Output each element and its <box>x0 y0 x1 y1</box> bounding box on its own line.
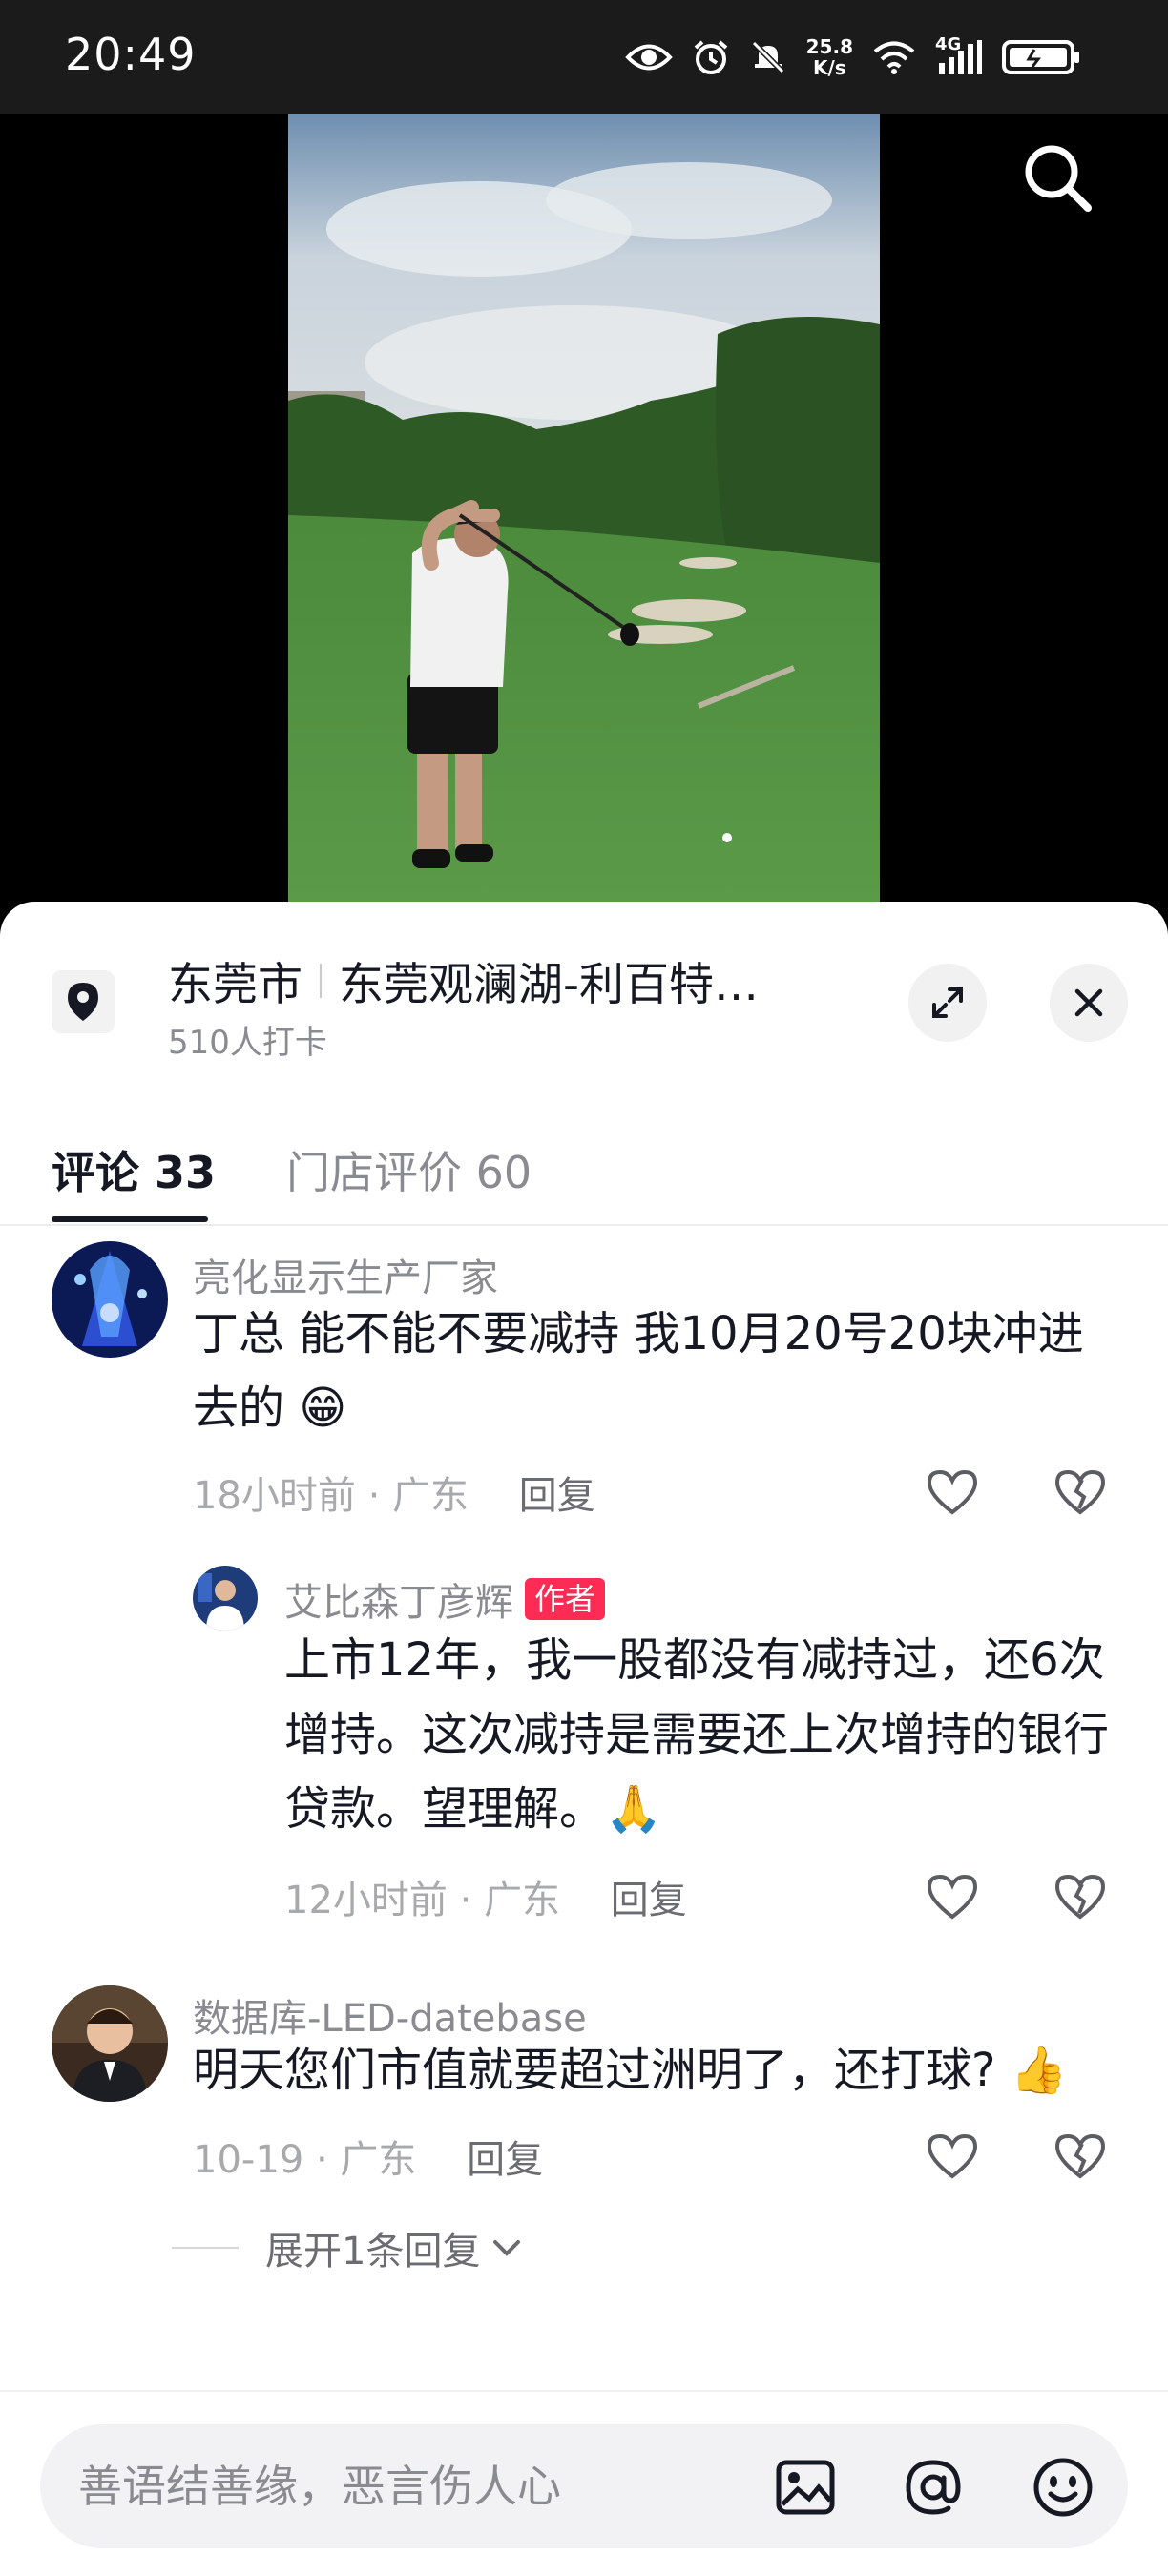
location-title[interactable]: 东莞市 东莞观澜湖-利百特… <box>168 947 759 1013</box>
close-button[interactable] <box>1050 964 1128 1042</box>
heart-icon <box>927 1874 978 1920</box>
comment-region: 广东 <box>340 2138 417 2182</box>
comment-time: 18小时前 <box>193 1474 356 1518</box>
expand-replies-label: 展开1条回复 <box>265 2230 481 2274</box>
image-button[interactable] <box>771 2453 840 2522</box>
dislike-button[interactable] <box>1047 2123 1114 2190</box>
comment-username[interactable]: 亮化显示生产厂家 <box>193 1247 498 1302</box>
broken-heart-icon <box>1054 1469 1106 1515</box>
like-button[interactable] <box>919 2123 986 2190</box>
status-icons: 25.8 K/s 4G <box>624 31 1082 84</box>
reply-button[interactable]: 回复 <box>519 1474 595 1518</box>
dislike-button[interactable] <box>1047 1863 1114 1930</box>
comment-text: 上市12年，我一股都没有减持过，还6次增持。这次减持是需要还上次增持的银行贷款。… <box>284 1633 1110 1836</box>
reply-author-name: 艾比森丁彦辉 <box>284 1581 513 1625</box>
location-header[interactable]: 东莞市 东莞观澜湖-利百特… 510人打卡 <box>0 902 1168 1064</box>
search-icon <box>1025 145 1092 212</box>
expand-button[interactable] <box>908 964 987 1042</box>
expand-replies-button[interactable]: 展开1条回复 <box>172 2220 526 2275</box>
network-speed: 25.8 K/s <box>805 35 853 79</box>
avatar[interactable] <box>193 1566 258 1631</box>
broken-heart-icon <box>1054 2133 1106 2179</box>
emoji-button[interactable] <box>1029 2453 1097 2522</box>
video-player[interactable] <box>0 114 1168 906</box>
reply-button[interactable]: 回复 <box>611 1879 687 1922</box>
expand-icon <box>932 987 963 1018</box>
chevron-down-icon <box>493 2240 521 2256</box>
location-place: 东莞观澜湖-利百特… <box>339 959 759 1011</box>
comment-region: 广东 <box>484 1879 561 1922</box>
comment-meta: 12小时前 · 广东 回复 <box>284 1879 687 1922</box>
comment-username[interactable]: 艾比森丁彦辉 作者 <box>284 1571 606 1627</box>
status-time: 20:49 <box>65 29 197 80</box>
comment-time: 12小时前 <box>284 1879 448 1922</box>
golf-course-image <box>288 114 880 906</box>
location-divider <box>320 963 322 998</box>
comment-input-container[interactable] <box>40 2424 1128 2548</box>
comment-input-bar <box>0 2390 1168 2576</box>
comment-time: 10-19 <box>193 2138 304 2182</box>
status-bar: 20:49 25.8 K/s 4G <box>0 0 1168 114</box>
reply-button[interactable]: 回复 <box>467 2138 543 2182</box>
tab-active-indicator <box>52 1216 208 1222</box>
at-icon <box>906 2460 961 2515</box>
comment-meta: 18小时前 · 广东 回复 <box>193 1474 595 1518</box>
comments-sheet: 东莞市 东莞观澜湖-利百特… 510人打卡 评论 33 门店评价 60 亮化显示… <box>0 902 1168 2576</box>
eye-icon <box>624 41 673 73</box>
avatar[interactable] <box>52 1985 168 2102</box>
like-button[interactable] <box>919 1459 986 1526</box>
heart-icon <box>927 1469 978 1515</box>
mention-button[interactable] <box>899 2453 968 2522</box>
close-icon <box>1074 988 1103 1017</box>
comment-text: 明天您们市值就要超过洲明了，还打球? 👍 <box>193 2044 1068 2097</box>
location-city: 东莞市 <box>168 959 302 1011</box>
comment-region: 广东 <box>392 1474 469 1518</box>
comment-meta: 10-19 · 广东 回复 <box>193 2138 544 2182</box>
tab-bar: 评论 33 门店评价 60 <box>0 1131 1168 1226</box>
image-icon <box>776 2460 835 2515</box>
search-button[interactable] <box>1015 135 1101 221</box>
wifi-icon <box>872 39 916 75</box>
heart-icon <box>927 2133 978 2179</box>
tab-comments[interactable]: 评论 33 <box>52 1138 216 1201</box>
battery-icon <box>1002 38 1082 76</box>
broken-heart-icon <box>1054 1874 1106 1920</box>
mute-icon <box>749 38 787 76</box>
location-checkins: 510人打卡 <box>168 1024 327 1062</box>
cell-signal-icon: 4G <box>935 34 983 76</box>
tab-store-reviews[interactable]: 门店评价 60 <box>286 1138 532 1201</box>
author-badge: 作者 <box>525 1578 606 1620</box>
emoji-icon <box>1033 2458 1093 2517</box>
alarm-icon <box>692 38 730 76</box>
video-frame[interactable] <box>288 114 880 906</box>
like-button[interactable] <box>919 1863 986 1930</box>
comment-text: 丁总 能不能不要减持 我10月20号20块冲进去的 😁 <box>193 1307 1084 1435</box>
dislike-button[interactable] <box>1047 1459 1114 1526</box>
location-pin-icon <box>52 970 115 1033</box>
expand-divider <box>172 2247 239 2249</box>
comment-input[interactable] <box>78 2453 746 2520</box>
avatar[interactable] <box>52 1241 168 1358</box>
